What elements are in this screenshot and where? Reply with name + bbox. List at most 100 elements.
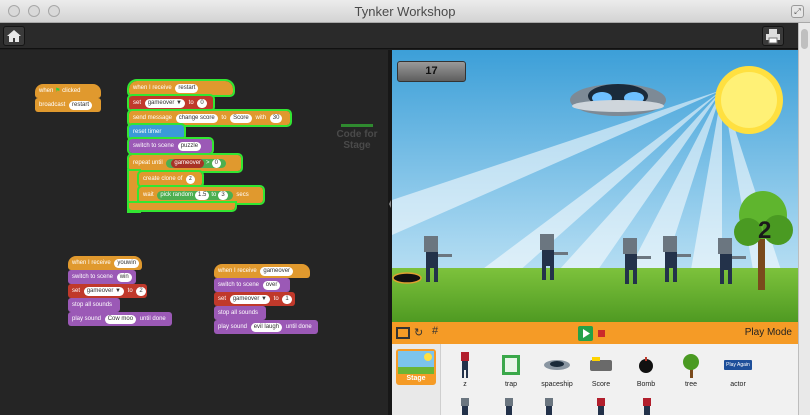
when-receive-restart-block[interactable]: when I receive restart	[127, 79, 235, 97]
send-val[interactable]: 30	[269, 114, 283, 123]
secs-text: secs	[236, 192, 249, 198]
pick-random[interactable]: pick random 1.5 to 3	[157, 191, 233, 200]
send-message-block[interactable]: send message change score to Score with …	[127, 109, 292, 127]
actor-label: Bomb	[636, 381, 656, 388]
set-to: to	[273, 296, 279, 302]
when-receive-youwin-block[interactable]: when I receive youwin	[68, 256, 142, 270]
reset-timer-block[interactable]: reset timer	[127, 123, 186, 141]
rand-a[interactable]: 1.5	[195, 191, 210, 200]
actor-label: tree	[684, 381, 698, 388]
play-sound-block[interactable]: play sound evil laugh until done	[214, 320, 318, 334]
zombie-costume-thumb[interactable]	[594, 398, 608, 415]
zombie-sprite[interactable]	[708, 236, 748, 291]
play-text: play sound	[72, 316, 102, 322]
actor-bomb[interactable]: Bomb	[625, 350, 667, 394]
set-var[interactable]: gameover ▼	[144, 99, 185, 108]
set-val[interactable]: 0	[197, 99, 207, 108]
condition[interactable]: gameover >0	[166, 159, 226, 168]
zombie-icon	[424, 236, 452, 282]
when-flag-clicked-block[interactable]: when ⚑ clicked	[35, 84, 101, 98]
zombie-sprite[interactable]	[530, 232, 570, 287]
play-arg[interactable]: Cow moo	[104, 315, 137, 324]
set-gameover-block[interactable]: set gameover ▼ to 1	[214, 292, 295, 306]
code-label-line1: Code for	[336, 129, 378, 140]
stop-all-sounds-block[interactable]: stop all sounds	[214, 306, 266, 320]
hat-text: when I receive	[218, 268, 257, 274]
cond-val[interactable]: 0	[211, 159, 221, 168]
send-arg[interactable]: change score	[175, 114, 218, 123]
send-target[interactable]: Score	[230, 114, 252, 123]
actor-tree[interactable]: tree	[670, 350, 712, 394]
hat-arg[interactable]: gameover	[260, 267, 294, 276]
actor-z[interactable]: z	[444, 350, 486, 394]
switch-arg[interactable]: puzzle	[177, 142, 202, 151]
set-text: set	[218, 296, 227, 302]
stop-all-sounds-block[interactable]: stop all sounds	[68, 298, 120, 312]
create-clone-block[interactable]: create clone of z	[137, 170, 204, 188]
cond-op: >	[206, 160, 210, 166]
hat-text: when I receive	[133, 85, 172, 91]
zombie-costume-thumb[interactable]	[542, 398, 556, 415]
fullscreen-icon[interactable]: ⤢	[791, 5, 804, 18]
rotate-icon[interactable]: ↻	[414, 326, 423, 339]
spaceship-icon[interactable]	[568, 74, 668, 134]
zombie-costume-thumb[interactable]	[458, 398, 472, 415]
set-gameover-block[interactable]: set gameover ▼ to 0	[127, 94, 215, 112]
clone-arg[interactable]: z	[186, 175, 196, 184]
wait-block[interactable]: wait pick random 1.5 to 3 secs	[137, 185, 265, 205]
stage-thumbnail[interactable]: Stage	[396, 349, 436, 385]
play-icon	[583, 329, 590, 338]
set-gameover-block[interactable]: set gameover ▼ to 2	[68, 284, 147, 298]
grid-icon[interactable]: #	[432, 325, 438, 337]
play-again-icon: Play Again	[717, 350, 759, 380]
switch-scene-block[interactable]: switch to scene puzzle	[127, 137, 214, 155]
repeat-until-block[interactable]: repeat until gameover >0	[127, 153, 243, 173]
actor-spaceship[interactable]: spaceship	[536, 350, 578, 394]
actor-score[interactable]: Score	[580, 350, 622, 394]
set-var[interactable]: gameover ▼	[229, 295, 270, 304]
home-icon	[7, 30, 21, 42]
zombie-costume-thumb[interactable]	[640, 398, 654, 415]
green-flag-icon: ⚑	[55, 88, 61, 94]
stop-button[interactable]	[598, 330, 605, 337]
switch-arg[interactable]: win	[116, 273, 132, 282]
rand-b[interactable]: 3	[218, 191, 228, 200]
hat-arg[interactable]: youwin	[114, 259, 140, 268]
fullscreen-stage-icon[interactable]	[396, 326, 410, 345]
print-button[interactable]	[762, 26, 784, 46]
play-button[interactable]	[578, 326, 593, 341]
zombie-sprite[interactable]	[613, 236, 653, 291]
score-icon	[580, 350, 622, 380]
set-val[interactable]: 2	[136, 287, 146, 296]
actor-label: z	[463, 381, 467, 388]
zombie-costume-thumb[interactable]	[502, 398, 516, 415]
switch-scene-block[interactable]: switch to scene over	[214, 278, 290, 292]
repeat-foot	[127, 201, 237, 212]
switch-arg[interactable]: over	[262, 281, 281, 290]
play-again-text: Play Again	[724, 360, 752, 370]
stage-canvas[interactable]: 17 2	[392, 50, 798, 322]
zombie-sprite[interactable]	[414, 234, 454, 289]
broadcast-block[interactable]: broadcast restart	[35, 98, 101, 112]
when-receive-gameover-block[interactable]: when I receive gameover	[214, 264, 310, 278]
switch-text: switch to scene	[72, 274, 114, 280]
actor-trap[interactable]: trap	[490, 350, 532, 394]
scrollbar-thumb[interactable]	[801, 29, 808, 49]
switch-scene-block[interactable]: switch to scene win	[68, 270, 136, 284]
zombie-sprite[interactable]	[653, 234, 693, 289]
actor-actor[interactable]: Play Again actor	[717, 350, 759, 394]
broadcast-arg[interactable]: restart	[69, 101, 93, 110]
stage-thumbnail-panel: Stage	[392, 344, 441, 415]
rand-to: to	[211, 192, 217, 198]
play-arg[interactable]: evil laugh	[250, 323, 283, 332]
set-var[interactable]: gameover ▼	[83, 287, 124, 296]
top-toolbar	[0, 23, 810, 49]
send-to: to	[221, 115, 227, 121]
hat-arg[interactable]: restart	[175, 84, 199, 93]
play-mode-label[interactable]: Play Mode	[745, 327, 792, 338]
play-sound-block[interactable]: play sound Cow moo until done	[68, 312, 172, 326]
set-val[interactable]: 1	[282, 295, 292, 304]
bomb-icon	[625, 350, 667, 380]
vertical-scrollbar[interactable]	[798, 23, 810, 415]
home-button[interactable]	[3, 26, 25, 46]
